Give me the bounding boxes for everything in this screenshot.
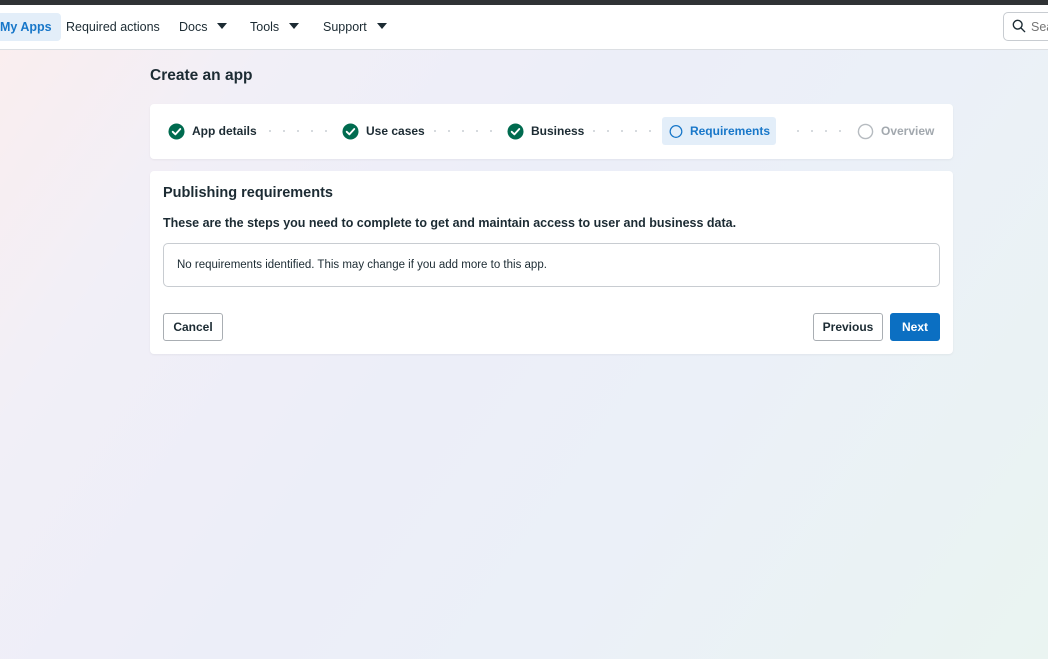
cancel-button[interactable]: Cancel — [163, 313, 223, 341]
check-circle-icon — [168, 122, 185, 140]
step-business[interactable]: Business — [507, 117, 584, 145]
search-box[interactable] — [1003, 12, 1048, 41]
caret-down-icon — [289, 23, 300, 29]
step-use-cases[interactable]: Use cases — [342, 117, 425, 145]
nav-item-required-actions[interactable]: Required actions — [66, 13, 160, 41]
nav-item-my-apps[interactable]: My Apps — [0, 13, 61, 41]
search-icon — [1012, 19, 1026, 33]
notice-text: No requirements identified. This may cha… — [177, 259, 547, 271]
step-app-details[interactable]: App details — [168, 117, 257, 145]
check-circle-icon — [342, 122, 359, 140]
step-label: Business — [531, 124, 585, 138]
section-title: Publishing requirements — [163, 185, 333, 201]
caret-down-icon — [217, 23, 228, 29]
step-overview[interactable]: Overview — [857, 117, 934, 145]
top-navigation: My Apps Required actions Docs Tools Supp… — [0, 5, 1048, 50]
step-connector — [791, 130, 851, 132]
nav-item-label: Support — [323, 20, 367, 34]
nav-item-label: Tools — [250, 20, 280, 34]
step-label: Use cases — [366, 124, 425, 138]
nav-item-label: Required actions — [66, 20, 160, 34]
step-requirements[interactable]: Requirements — [662, 117, 776, 145]
nav-item-label: Docs — [179, 20, 208, 34]
page-title: Create an app — [150, 67, 253, 84]
progress-stepper: App details Use cases Business Requireme… — [150, 104, 953, 159]
step-label: Overview — [881, 124, 935, 138]
step-connector — [587, 130, 657, 132]
step-connector — [428, 130, 500, 132]
step-label: App details — [192, 124, 257, 138]
empty-circle-icon — [857, 123, 874, 139]
next-button[interactable]: Next — [890, 313, 940, 341]
nav-item-support[interactable]: Support — [323, 13, 387, 41]
step-connector — [263, 130, 335, 132]
current-step-circle-icon — [669, 124, 683, 138]
check-circle-icon — [507, 122, 524, 140]
previous-button[interactable]: Previous — [813, 313, 883, 341]
nav-item-docs[interactable]: Docs — [179, 13, 228, 41]
caret-down-icon — [376, 23, 387, 29]
search-input[interactable] — [1031, 13, 1048, 40]
nav-item-label: My Apps — [0, 20, 52, 34]
requirements-notice: No requirements identified. This may cha… — [163, 243, 940, 287]
publishing-requirements-card: Publishing requirements These are the st… — [150, 171, 953, 354]
step-label: Requirements — [689, 124, 770, 138]
section-description: These are the steps you need to complete… — [163, 216, 737, 230]
nav-item-tools[interactable]: Tools — [250, 13, 300, 41]
